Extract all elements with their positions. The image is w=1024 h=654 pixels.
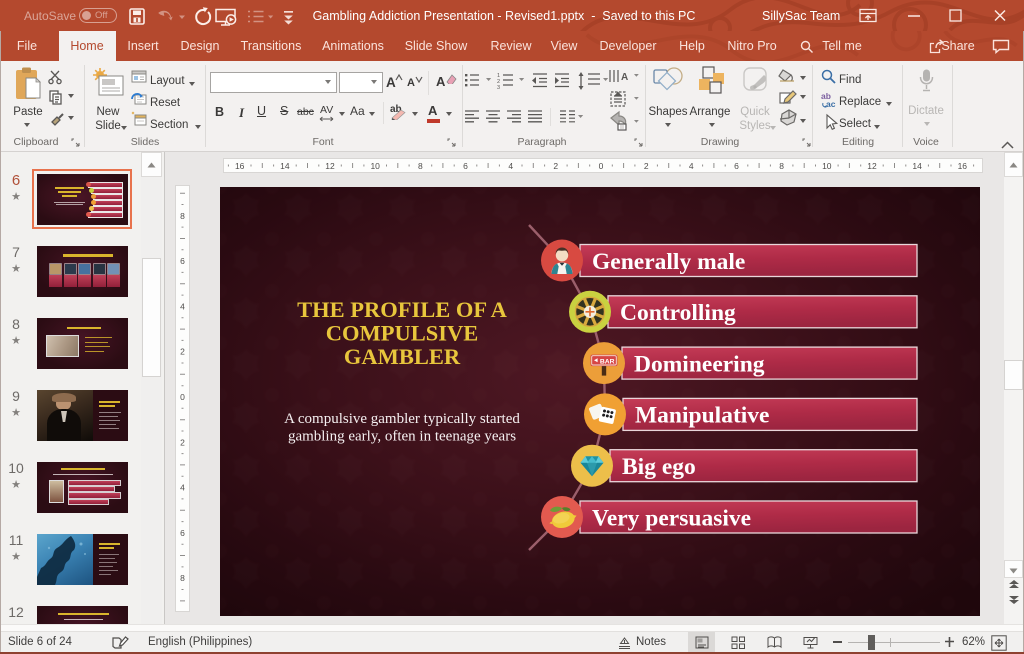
svg-text:BAR: BAR (600, 358, 615, 365)
svg-text:8: 8 (180, 573, 185, 583)
svg-text:A: A (621, 72, 628, 83)
svg-text:14: 14 (912, 161, 922, 171)
svg-text:Domineering: Domineering (634, 351, 765, 377)
svg-text:2: 2 (553, 161, 558, 171)
svg-text:4: 4 (508, 161, 513, 171)
svg-text:COMPULSIVE: COMPULSIVE (326, 321, 479, 346)
svg-text:6: 6 (180, 256, 185, 266)
svg-text:A compulsive gambler typically: A compulsive gambler typically started (284, 411, 520, 427)
svg-text:6: 6 (180, 528, 185, 538)
svg-text:3: 3 (497, 85, 500, 91)
svg-text:2: 2 (644, 161, 649, 171)
svg-text:4: 4 (180, 483, 185, 493)
svg-text:6: 6 (734, 161, 739, 171)
svg-text:8: 8 (418, 161, 423, 171)
svg-text:8: 8 (180, 211, 185, 221)
svg-text:0: 0 (599, 161, 604, 171)
svg-text:Manipulative: Manipulative (635, 403, 769, 429)
svg-text:ac: ac (826, 99, 836, 109)
svg-text:6: 6 (463, 161, 468, 171)
svg-text:10: 10 (822, 161, 832, 171)
svg-text:8: 8 (779, 161, 784, 171)
svg-text:12: 12 (867, 161, 877, 171)
svg-text:GAMBLER: GAMBLER (344, 344, 461, 369)
svg-text:16: 16 (235, 161, 245, 171)
svg-text:gambling early, often in teena: gambling early, often in teenage years (288, 429, 516, 445)
svg-text:2: 2 (180, 347, 185, 357)
svg-text:2: 2 (180, 437, 185, 447)
svg-text:12: 12 (325, 161, 335, 171)
svg-text:Generally male: Generally male (592, 249, 745, 275)
svg-text:4: 4 (180, 301, 185, 311)
svg-text:14: 14 (280, 161, 290, 171)
svg-text:10: 10 (370, 161, 380, 171)
svg-text:Controlling: Controlling (620, 300, 736, 326)
svg-text:4: 4 (689, 161, 694, 171)
svg-text:THE PROFILE OF A: THE PROFILE OF A (297, 297, 508, 322)
svg-text:Big ego: Big ego (622, 454, 696, 480)
svg-text:0: 0 (180, 392, 185, 402)
svg-text:16: 16 (958, 161, 968, 171)
svg-text:Very persuasive: Very persuasive (592, 505, 751, 531)
